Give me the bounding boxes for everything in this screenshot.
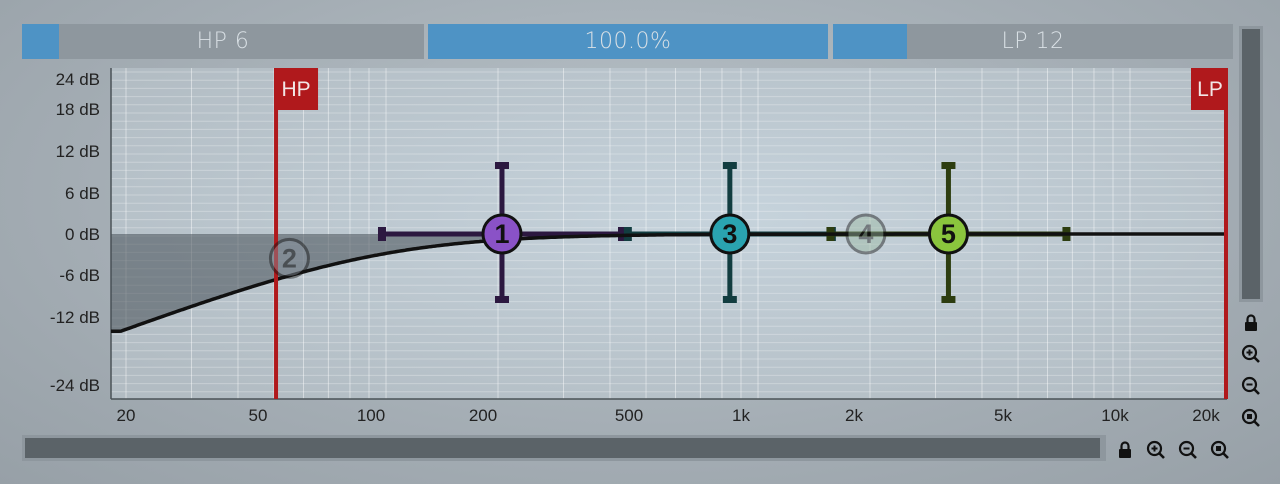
horizontal-zoom-out-icon[interactable] — [1177, 439, 1199, 461]
vertical-zoom-reset-icon[interactable] — [1240, 407, 1262, 429]
x-label-2k: 2k — [845, 406, 863, 425]
lp-filter-label: LP — [1197, 78, 1223, 101]
x-label-20: 20 — [116, 406, 136, 425]
x-label-100: 100 — [356, 406, 386, 425]
horizontal-zoom-reset-icon[interactable] — [1209, 439, 1231, 461]
horizontal-scrollbar[interactable] — [22, 435, 1106, 461]
band-node-4[interactable]: 4 — [845, 213, 887, 255]
band-1-gain-bottom-handle — [494, 296, 509, 303]
band-3-gain-bottom-handle — [722, 296, 737, 303]
band-5-gain-bottom-handle — [941, 296, 956, 303]
band-node-3[interactable]: 3 — [709, 213, 751, 255]
vertical-scroll-thumb[interactable] — [1242, 29, 1260, 299]
band-node-2[interactable]: 2 — [268, 237, 310, 279]
x-label-200: 200 — [468, 406, 498, 425]
x-label-1k: 1k — [732, 406, 750, 425]
hp-filter-label: HP — [281, 78, 310, 101]
band-1-gain-top-handle — [494, 162, 509, 169]
x-label-10k: 10k — [1101, 406, 1129, 425]
horizontal-zoom-in-icon[interactable] — [1145, 439, 1167, 461]
x-label-500: 500 — [614, 406, 644, 425]
band-5-label: 5 — [941, 219, 956, 249]
vertical-lock-icon[interactable] — [1240, 312, 1262, 334]
horizontal-lock-icon[interactable] — [1114, 439, 1136, 461]
band-3-label: 3 — [722, 219, 737, 249]
band-2-label: 2 — [282, 243, 297, 273]
x-label-5k: 5k — [994, 406, 1012, 425]
vertical-zoom-out-icon[interactable] — [1240, 375, 1262, 397]
eq-graph[interactable]: HP LP 1 2 3 4 5 — [0, 0, 1240, 405]
band-1-label: 1 — [494, 219, 509, 249]
vertical-scrollbar[interactable] — [1239, 26, 1263, 302]
x-label-50: 50 — [248, 406, 268, 425]
band-4-label: 4 — [858, 219, 873, 249]
vertical-zoom-in-icon[interactable] — [1240, 343, 1262, 365]
band-1-width-left-handle — [377, 227, 386, 241]
band-5-gain-top-handle — [941, 162, 956, 169]
band-node-5[interactable]: 5 — [927, 213, 969, 255]
band-3-gain-top-handle — [722, 162, 737, 169]
x-label-20k: 20k — [1192, 406, 1220, 425]
band-node-1[interactable]: 1 — [481, 213, 523, 255]
horizontal-scroll-thumb[interactable] — [25, 438, 1100, 458]
